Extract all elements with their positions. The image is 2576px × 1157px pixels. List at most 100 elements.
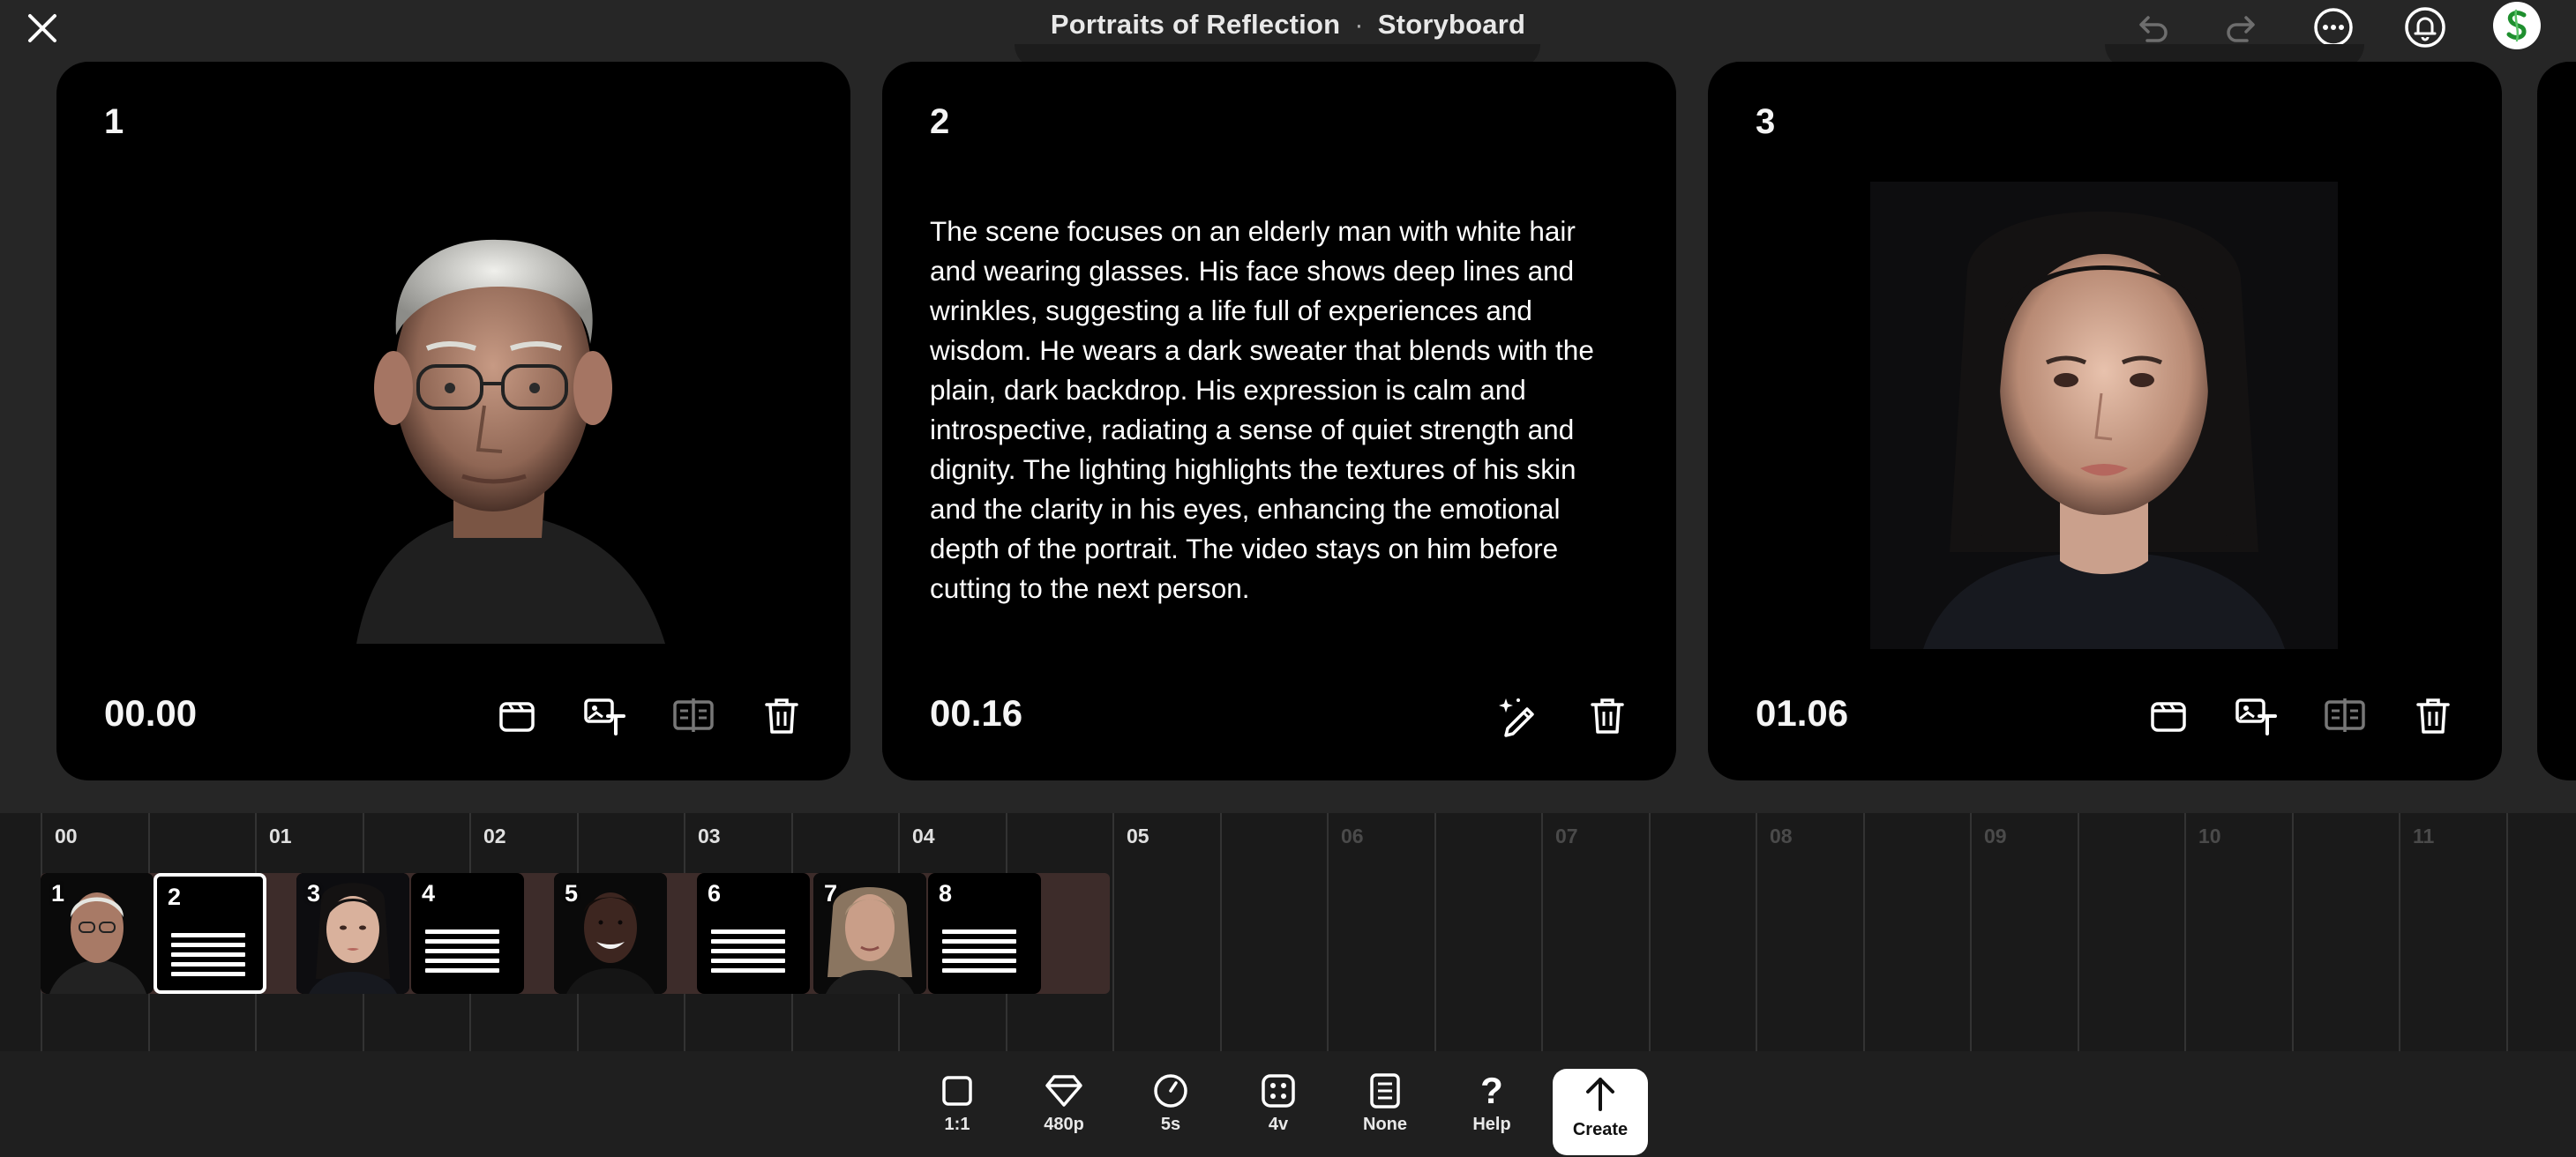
undo-icon [2139, 16, 2168, 42]
delete-scene-button[interactable] [1584, 692, 1630, 738]
timeline-clip-8[interactable]: 8 [928, 873, 1041, 994]
image-to-text-button[interactable] [582, 692, 628, 738]
variations-label: 4v [1268, 1115, 1289, 1134]
undo-button[interactable] [2130, 5, 2174, 49]
timeline-clip-4[interactable]: 4 [411, 873, 524, 994]
arrow-up-icon [1586, 1078, 1614, 1111]
timeline-major-gridline [1541, 813, 1543, 1051]
scene-card-4-peek[interactable] [2537, 62, 2576, 780]
generate-video-button[interactable] [2145, 692, 2191, 738]
timeline-tick-label: 01 [269, 825, 292, 847]
page-title: Portraits of Reflection · Storyboard [0, 9, 2576, 41]
scene-actions [494, 692, 805, 738]
timer-icon [1154, 1074, 1187, 1108]
timeline-tick-label: 09 [1984, 825, 2007, 847]
magic-pen-icon [1499, 698, 1534, 737]
diamond-icon [1045, 1075, 1082, 1107]
create-label: Create [1572, 1120, 1629, 1139]
timeline[interactable]: 00 01 02 03 04 05 06 07 08 09 10 11 1 2 3 4 [0, 813, 2576, 1051]
timeline-minor-gridline [1434, 813, 1436, 1051]
timeline-tick-label: 03 [698, 825, 721, 847]
scene-description[interactable]: The scene focuses on an elderly man with… [930, 212, 1627, 608]
split-scene-button[interactable] [670, 692, 716, 738]
clip-number: 2 [168, 884, 182, 910]
scene-card-2[interactable]: 2 The scene focuses on an elderly man wi… [882, 62, 1676, 780]
title-separator: · [1354, 9, 1364, 40]
scene-card-3[interactable]: 3 01.06 [1708, 62, 2502, 780]
delete-scene-button[interactable] [2410, 692, 2456, 738]
timeline-major-gridline [1327, 813, 1329, 1051]
top-bar: Portraits of Reflection · Storyboard [0, 0, 2576, 69]
timeline-tick-label: 06 [1341, 825, 1364, 847]
portrait-elderly-man [321, 203, 665, 644]
timeline-clip-1[interactable]: 1 [41, 873, 154, 994]
split-icon [673, 698, 714, 732]
style-button[interactable]: None [1341, 1067, 1429, 1148]
square-icon [942, 1076, 972, 1106]
project-title: Portraits of Reflection [1050, 9, 1341, 40]
image-text-icon [2235, 698, 2277, 735]
scene-number: 1 [104, 102, 124, 141]
quality-button[interactable]: 480p [1020, 1067, 1108, 1148]
timeline-clip-5[interactable]: 5 [554, 873, 667, 994]
text-clip-icon [942, 929, 1016, 978]
timeline-clip-2[interactable]: 2 [154, 873, 266, 994]
bell-icon [2405, 7, 2445, 48]
variations-button[interactable]: 4v [1234, 1067, 1322, 1148]
scene-number: 3 [1756, 102, 1776, 141]
aspect-ratio-button[interactable]: 1:1 [913, 1067, 1001, 1148]
storyboard-cards: 1 00.00 2 The scene focuses on an elderl… [0, 62, 2576, 780]
split-scene-button[interactable] [2322, 692, 2368, 738]
timeline-minor-gridline [2078, 813, 2079, 1051]
timeline-tick-label: 11 [2413, 825, 2435, 847]
create-button[interactable]: Create [1553, 1069, 1648, 1155]
clapper-icon [499, 702, 535, 732]
timeline-minor-gridline [2292, 813, 2294, 1051]
notifications-button[interactable] [2403, 5, 2447, 49]
generate-video-button[interactable] [494, 692, 540, 738]
delete-scene-button[interactable] [759, 692, 805, 738]
timeline-major-gridline [1756, 813, 1757, 1051]
grid-icon [1262, 1074, 1295, 1108]
timeline-major-gridline [1112, 813, 1114, 1051]
more-icon [2314, 8, 2353, 47]
scene-actions [2145, 692, 2456, 738]
redo-button[interactable] [2220, 5, 2265, 49]
clip-number: 1 [51, 880, 65, 907]
timeline-clip-3[interactable]: 3 [296, 873, 409, 994]
split-icon [2325, 698, 2365, 732]
timeline-clip-7[interactable]: 7 [813, 873, 926, 994]
clip-number: 6 [708, 880, 722, 907]
style-label: None [1363, 1115, 1407, 1134]
scene-timestamp: 00.00 [104, 692, 198, 734]
scene-card-1[interactable]: 1 00.00 [56, 62, 850, 780]
question-icon: ? [1480, 1070, 1503, 1111]
duration-button[interactable]: 5s [1127, 1067, 1215, 1148]
trash-icon [765, 698, 798, 734]
help-label: Help [1472, 1115, 1511, 1134]
timeline-clip-6[interactable]: 6 [697, 873, 810, 994]
timeline-minor-gridline [1649, 813, 1651, 1051]
edit-prompt-button[interactable] [1496, 692, 1542, 738]
trash-icon [2416, 698, 2450, 734]
clapper-icon [2151, 702, 2186, 732]
timeline-tick-label: 04 [912, 825, 935, 847]
bottom-toolbar: 1:1 480p 5s 4v None ? Help Create [0, 1051, 2576, 1157]
quality-label: 480p [1044, 1115, 1084, 1134]
scene-actions [1496, 692, 1630, 738]
clip-number: 4 [422, 880, 436, 907]
timeline-major-gridline [1970, 813, 1972, 1051]
timeline-tick-label: 02 [483, 825, 506, 847]
avatar[interactable] [2493, 2, 2541, 49]
aspect-ratio-label: 1:1 [944, 1115, 970, 1134]
more-button[interactable] [2311, 5, 2355, 49]
trash-icon [1591, 698, 1624, 734]
scene-number: 2 [930, 102, 950, 141]
clip-number: 8 [939, 880, 953, 907]
image-to-text-button[interactable] [2234, 692, 2280, 738]
help-button[interactable]: ? Help [1448, 1067, 1536, 1148]
redo-icon [2227, 16, 2255, 42]
image-text-icon [584, 698, 625, 735]
clip-number: 3 [307, 880, 321, 907]
text-clip-icon [711, 929, 785, 978]
